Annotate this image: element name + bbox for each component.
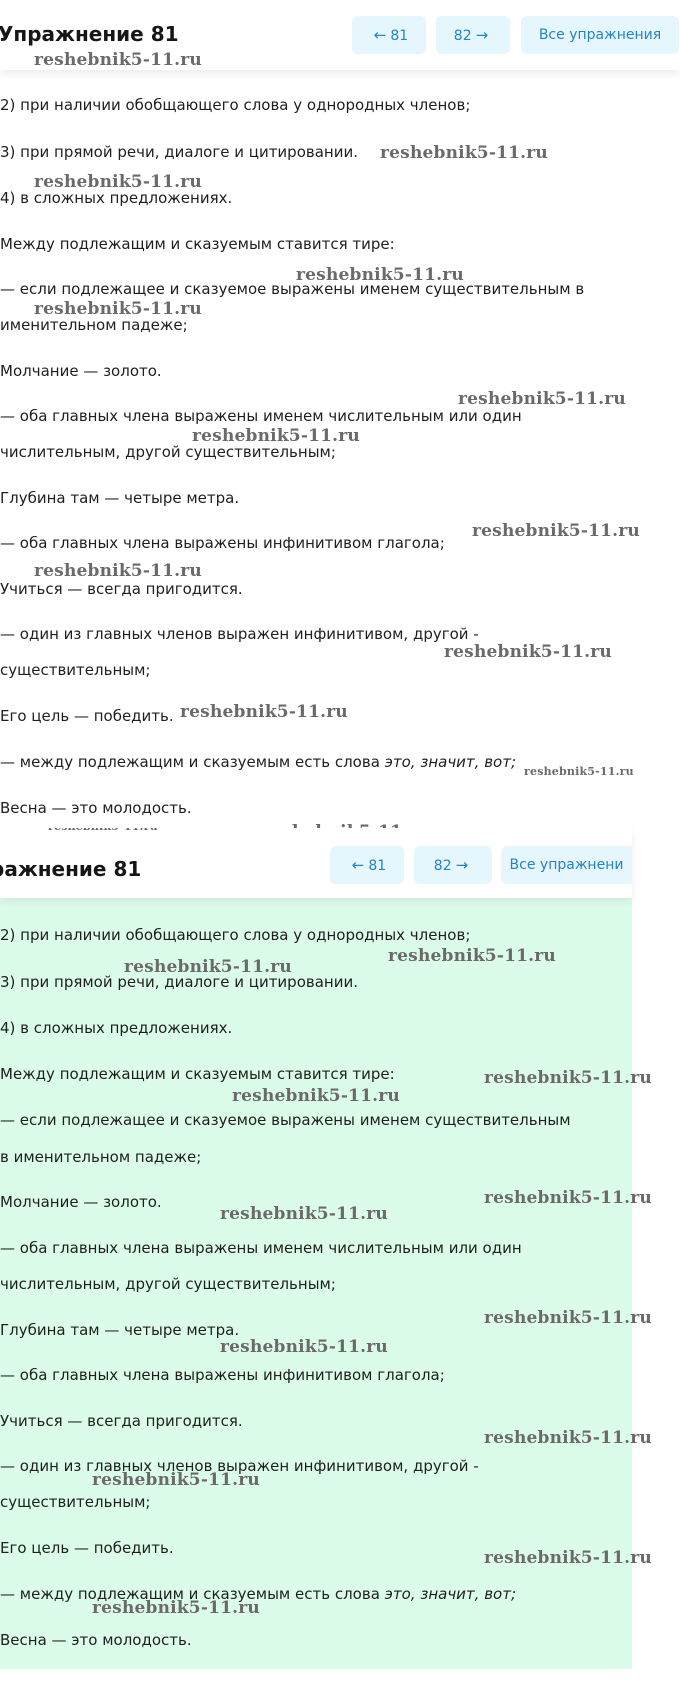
watermark: reshebnik5-11.ru: [444, 642, 612, 662]
arrow-right-icon: →: [475, 26, 489, 44]
watermark: reshebnik5-11.ru: [458, 389, 626, 409]
watermark: reshebnik5-11.ru: [34, 50, 202, 70]
watermark: reshebnik5-11.ru: [34, 561, 202, 581]
text-line: 2) при наличии обобщающего слова у однор…: [0, 96, 471, 114]
text-line: Между подлежащим и сказуемым ставится ти…: [0, 235, 395, 253]
text-line: Между подлежащим и сказуемым ставится ти…: [0, 1065, 395, 1083]
watermark: reshebnik5-11.ru: [232, 1086, 400, 1106]
watermark: reshebnik5-11.ru: [34, 172, 202, 192]
exercise-view-2: ражнение 81 ← 81 82 → Все упражнени 2) при…: [0, 828, 680, 1695]
arrow-right-icon: →: [455, 856, 469, 874]
watermark: reshebnik5-11.ru: [484, 1308, 652, 1328]
watermark: reshebnik5-11.ru: [124, 957, 292, 977]
watermark: reshebnik5-11.ru: [484, 1188, 652, 1208]
prev-exercise-button[interactable]: ← 81: [330, 846, 404, 884]
watermark: reshebnik5-11.ru: [220, 1204, 388, 1224]
watermark: reshebnik5-11.ru: [220, 1337, 388, 1357]
next-exercise-button[interactable]: 82 →: [414, 846, 492, 884]
example-line: Глубина там — четыре метра.: [0, 1321, 240, 1339]
text-line: — оба главных члена выражены именем числ…: [0, 1239, 522, 1257]
text-line: — один из главных членов выражен инфинит…: [0, 625, 479, 643]
text-line: существительным;: [0, 1493, 151, 1511]
all-exercises-button[interactable]: Все упражнени: [501, 846, 632, 884]
text-line: — если подлежащее и сказуемое выражены и…: [0, 280, 585, 298]
text-line: числительным, другой существительным;: [0, 1275, 336, 1293]
text-line: — оба главных члена выражены именем числ…: [0, 407, 522, 425]
watermark: reshebnik5-11.ru: [92, 1470, 260, 1490]
watermark: reshebnik5-11.ru: [484, 1548, 652, 1568]
watermark: reshebnik5-11.ru: [484, 1428, 652, 1448]
text-line: — оба главных члена выражены инфинитивом…: [0, 1366, 445, 1384]
example-line: Весна — это молодость.: [0, 1631, 192, 1649]
watermark: reshebnik5-11.ru: [180, 702, 348, 722]
text-line: в именительном падеже;: [0, 1148, 202, 1166]
example-line: Учиться — всегда пригодится.: [0, 580, 243, 598]
arrow-left-icon: ←: [351, 856, 365, 874]
page-header: ражнение 81 ← 81 82 → Все упражнени: [0, 828, 632, 898]
page-title: ражнение 81: [0, 857, 142, 881]
example-line: Молчание — золото.: [0, 1193, 162, 1211]
all-exercises-button[interactable]: Все упражнения: [521, 16, 679, 54]
watermark: reshebnik5-11.ru: [34, 299, 202, 319]
example-line: Весна — это молодость.: [0, 799, 192, 817]
arrow-left-icon: ←: [373, 26, 387, 44]
text-line: 4) в сложных предложениях.: [0, 1019, 233, 1037]
watermark: reshebnik5-11.ru: [484, 1068, 652, 1088]
prev-exercise-button[interactable]: ← 81: [352, 16, 426, 54]
next-exercise-button[interactable]: 82 →: [436, 16, 510, 54]
watermark: reshebnik5-11.ru: [524, 765, 634, 778]
watermark: reshebnik5-11.ru: [48, 828, 158, 833]
watermark: reshebnik5-11.ru: [296, 265, 464, 285]
watermark: reshebnik5-11.ru: [262, 822, 430, 828]
watermark: reshebnik5-11.ru: [388, 946, 556, 966]
text-line: 3) при прямой речи, диалоге и цитировани…: [0, 143, 358, 161]
text-line: — если подлежащее и сказуемое выражены и…: [0, 1111, 571, 1129]
text-line: существительным;: [0, 661, 151, 679]
watermark: reshebnik5-11.ru: [380, 143, 548, 163]
text-line: 2) при наличии обобщающего слова у однор…: [0, 926, 471, 944]
text-line: — оба главных члена выражены инфинитивом…: [0, 534, 445, 552]
watermark: reshebnik5-11.ru: [472, 521, 640, 541]
example-line: Молчание — золото.: [0, 362, 162, 380]
example-line: Его цель — победить.: [0, 1539, 174, 1557]
example-line: Учиться — всегда пригодится.: [0, 1412, 243, 1430]
watermark: reshebnik5-11.ru: [92, 1598, 260, 1618]
example-line: Его цель — победить.: [0, 707, 174, 725]
watermark: reshebnik5-11.ru: [192, 426, 360, 446]
example-line: Глубина там — четыре метра.: [0, 489, 240, 507]
text-line: — между подлежащим и сказуемым есть слов…: [0, 753, 517, 771]
page-title: Упражнение 81: [0, 22, 179, 46]
exercise-view-1: Упражнение 81 ← 81 82 → Все упражнения 2) …: [0, 0, 680, 828]
